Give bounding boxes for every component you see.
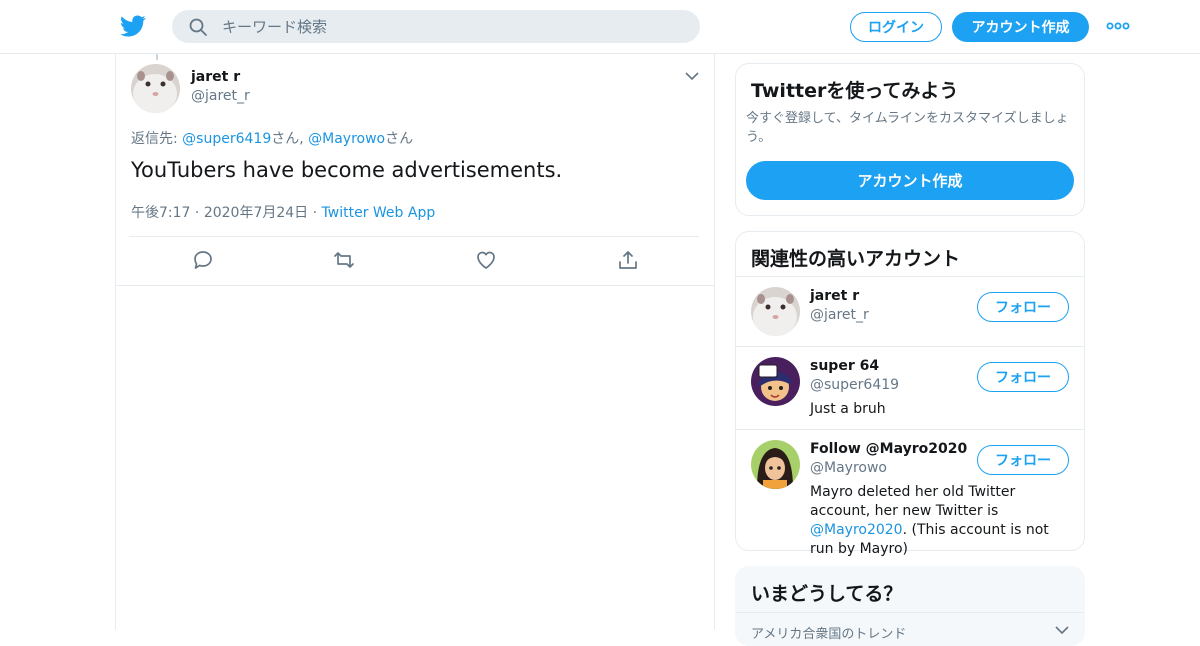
- divider: [736, 276, 1084, 277]
- signup-card-button[interactable]: アカウント作成: [746, 161, 1074, 200]
- card-title: いまどうしてる？: [751, 583, 903, 605]
- follow-button[interactable]: フォロー: [977, 362, 1069, 392]
- search-input[interactable]: [222, 10, 682, 43]
- like-icon[interactable]: [474, 248, 498, 272]
- avatar[interactable]: [751, 287, 800, 336]
- account-name[interactable]: super 64: [810, 358, 879, 374]
- bio-text: Mayro deleted her old Twitter account, h…: [810, 484, 1016, 519]
- tweet-source-link[interactable]: Twitter Web App: [322, 205, 436, 221]
- reply-to-suffix: さん: [385, 131, 414, 147]
- card-title: Twitterを使ってみよう: [751, 80, 959, 102]
- account-name[interactable]: Follow @Mayro2020: [810, 441, 967, 457]
- twitter-bird-icon[interactable]: [120, 13, 146, 39]
- meta-separator: ·: [190, 205, 204, 221]
- login-button[interactable]: ログイン: [850, 12, 942, 42]
- signup-button[interactable]: アカウント作成: [952, 12, 1089, 42]
- account-handle[interactable]: @super6419: [810, 377, 899, 393]
- tweet-meta: 午後7:17 · 2020年7月24日 · Twitter Web App: [131, 202, 435, 222]
- reply-to-user-link[interactable]: @super6419: [182, 131, 271, 147]
- reply-to-line: 返信先: @super6419さん, @Mayrowoさん: [131, 128, 413, 148]
- tweet-date[interactable]: 2020年7月24日: [204, 205, 308, 221]
- divider: [736, 429, 1084, 430]
- account-handle[interactable]: @jaret_r: [810, 307, 869, 323]
- account-bio: Just a bruh: [810, 401, 886, 417]
- tweet-actions: [116, 248, 716, 274]
- reply-to-suffix: さん,: [271, 131, 309, 147]
- avatar[interactable]: [751, 440, 800, 489]
- divider: [116, 285, 714, 286]
- meta-separator: ·: [308, 205, 322, 221]
- top-bar: ログイン アカウント作成: [0, 0, 1200, 54]
- card-description: 今すぐ登録して、タイムラインをカスタマイズしましょう。: [746, 111, 1069, 145]
- account-name[interactable]: jaret r: [810, 288, 859, 304]
- related-accounts-card: 関連性の高いアカウント jaret r @jaret_r フォロー super …: [735, 231, 1085, 557]
- tweet-time[interactable]: 午後7:17: [131, 205, 190, 221]
- account-bio: Mayro deleted her old Twitter account, h…: [810, 483, 1072, 559]
- follow-button[interactable]: フォロー: [977, 445, 1069, 475]
- divider: [129, 236, 699, 237]
- avatar-image: [751, 440, 800, 489]
- chevron-down-icon[interactable]: [1054, 625, 1070, 635]
- reply-to-user-link[interactable]: @Mayrowo: [308, 131, 385, 147]
- signup-promo-card: Twitterを使ってみよう 今すぐ登録して、タイムラインをカスタマイズしましょ…: [735, 63, 1085, 216]
- tweet-author-name[interactable]: jaret r: [191, 69, 240, 85]
- bio-mention-link[interactable]: @Mayro2020: [810, 522, 903, 538]
- search-icon: [189, 18, 207, 36]
- reply-to-prefix: 返信先:: [131, 131, 183, 147]
- avatar[interactable]: [751, 357, 800, 406]
- trends-location[interactable]: アメリカ合衆国のトレンド: [751, 623, 906, 642]
- tweet-author-handle[interactable]: @jaret_r: [191, 88, 250, 104]
- divider: [736, 346, 1084, 347]
- search-bar: [172, 10, 700, 43]
- thread-line: [156, 54, 158, 60]
- tweet-text: YouTubers have become advertisements.: [131, 158, 563, 182]
- more-dots-icon[interactable]: [1106, 20, 1130, 32]
- follow-button[interactable]: フォロー: [977, 292, 1069, 322]
- avatar-image: [751, 357, 800, 406]
- share-icon[interactable]: [616, 248, 640, 272]
- trends-card: いまどうしてる？ アメリカ合衆国のトレンド: [735, 566, 1085, 646]
- avatar[interactable]: [131, 64, 180, 113]
- reply-icon[interactable]: [191, 248, 215, 272]
- avatar-image: [751, 287, 800, 336]
- avatar-image: [131, 64, 180, 113]
- card-title: 関連性の高いアカウント: [751, 248, 961, 270]
- account-handle[interactable]: @Mayrowo: [810, 460, 887, 476]
- retweet-icon[interactable]: [332, 248, 356, 272]
- divider: [736, 612, 1084, 613]
- tweet-column: jaret r @jaret_r 返信先: @super6419さん, @May…: [115, 54, 715, 630]
- chevron-down-icon[interactable]: [684, 70, 700, 82]
